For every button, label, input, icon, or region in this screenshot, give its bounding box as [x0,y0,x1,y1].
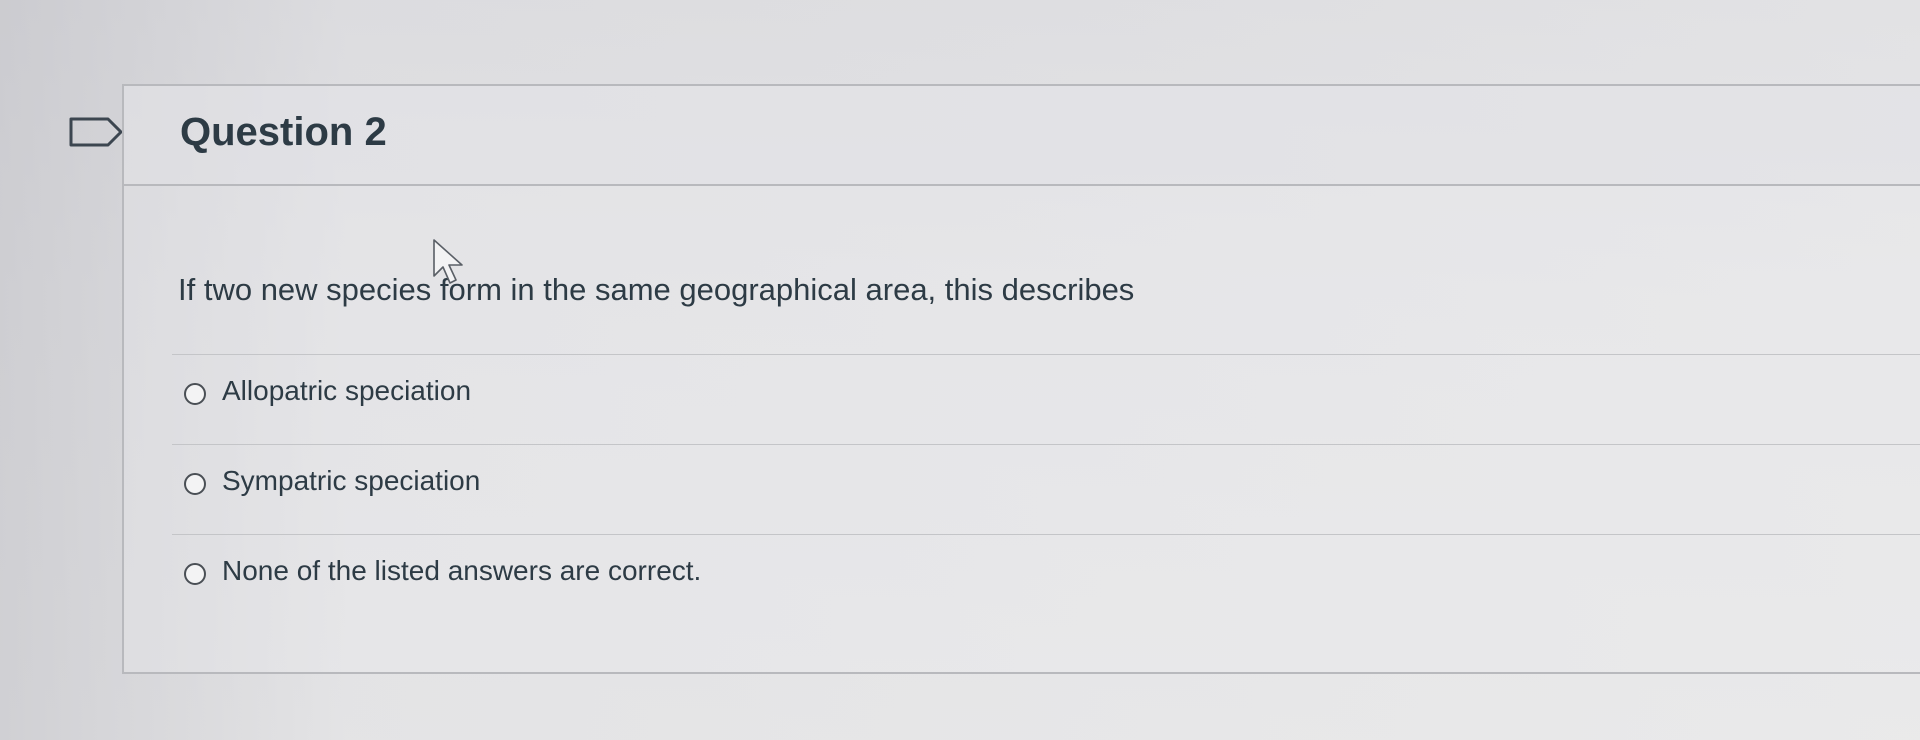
radio-button[interactable] [184,383,206,405]
question-text: If two new species form in the same geog… [178,272,1135,307]
question-card: Question 2 If two new species form in th… [122,84,1920,674]
answer-label: None of the listed answers are correct. [222,555,702,586]
mouse-cursor-icon [433,239,463,284]
radio-button[interactable] [184,473,206,495]
answer-label: Sympatric speciation [222,465,481,496]
question-header: Question 2 [124,86,1920,186]
answer-label: Allopatric speciation [222,375,472,406]
answer-list: Allopatric speciation Sympatric speciati… [172,354,1920,624]
flag-question-icon[interactable] [68,117,124,147]
answer-option-sympatric[interactable]: Sympatric speciation [172,444,1920,534]
answer-option-none[interactable]: None of the listed answers are correct. [172,534,1920,624]
radio-button[interactable] [184,563,206,585]
answer-option-allopatric[interactable]: Allopatric speciation [172,354,1920,444]
question-title: Question 2 [180,110,387,154]
